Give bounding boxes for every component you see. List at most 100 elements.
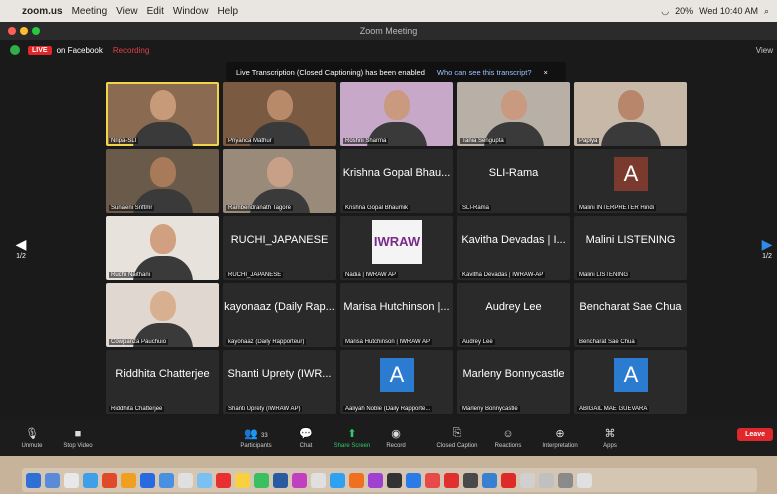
dock-app-icon[interactable] (463, 472, 478, 488)
participant-tile[interactable]: Krishna Gopal Bhau... Krishna Gopal Bhaum… (340, 149, 453, 213)
participant-tile[interactable]: SLI-Rama SLI-Rama (457, 149, 570, 213)
wifi-icon[interactable]: ◡ (661, 6, 669, 17)
prev-page-button[interactable]: ◀ 1/2 (10, 228, 32, 268)
chat-button[interactable]: 💬 Chat (286, 427, 326, 449)
participant-name-label: Priyanca Mathur (226, 138, 274, 144)
dock-app-icon[interactable] (102, 472, 117, 488)
dock-app-icon[interactable] (406, 472, 421, 488)
dock-app-icon[interactable] (444, 472, 459, 488)
globe-icon: ⊕ (555, 428, 565, 440)
dock-app-icon[interactable] (121, 472, 136, 488)
participant-tile[interactable]: Ruchi Naithani (106, 216, 219, 280)
menu-zoom[interactable]: zoom.us (22, 6, 63, 17)
participant-tile[interactable]: Tania Sengupta (457, 82, 570, 146)
dock-app-icon[interactable] (349, 472, 364, 488)
menu-help[interactable]: Help (217, 6, 238, 17)
apps-button[interactable]: ⌘ Apps (590, 427, 630, 449)
participant-tile[interactable]: Sunaeni Sriftmr (106, 149, 219, 213)
dock-app-icon[interactable] (273, 472, 288, 488)
record-button[interactable]: ◉ Record (376, 427, 416, 449)
participant-tile[interactable]: kayonaaz (Daily Rap... kayonaaz (Daily Ra… (223, 283, 336, 347)
dock-app-icon[interactable] (197, 472, 212, 488)
participant-tile[interactable]: Bencharat Sae Chua Bencharat Sae Chua (574, 283, 687, 347)
participant-tile[interactable]: Rambendranath Tagore (223, 149, 336, 213)
menu-window[interactable]: Window (173, 6, 209, 17)
search-icon[interactable]: ⌕ (764, 6, 769, 17)
menu-meeting[interactable]: Meeting (72, 6, 108, 17)
live-badge[interactable]: LIVE (28, 45, 52, 55)
participant-tile[interactable]: Paplya (574, 82, 687, 146)
close-window-button[interactable] (8, 27, 16, 35)
dock-app-icon[interactable] (140, 472, 155, 488)
participant-tile[interactable]: Kavitha Devadas | I... Kavitha Devadas | … (457, 216, 570, 280)
security-shield-icon[interactable] (10, 45, 20, 55)
participant-video-head (150, 224, 176, 254)
participant-tile[interactable]: Nripa-SLI (106, 82, 219, 146)
participant-tile[interactable]: RUCHI_JAPANESE RUCHI_JAPANESE (223, 216, 336, 280)
participant-tile[interactable]: Marleny Bonnycastle Marleny Bonnycastle (457, 350, 570, 414)
participant-tile[interactable]: Shanti Uprety (IWR... Shanti Uprety (IWRA… (223, 350, 336, 414)
participant-tile[interactable]: A ABIGAIL MAE GUEVARA (574, 350, 687, 414)
menu-view[interactable]: View (116, 6, 138, 17)
closed-caption-button[interactable]: ⎘ Closed Caption (430, 427, 484, 449)
dock-app-icon[interactable] (330, 472, 345, 488)
participant-name-label: Cowpanza Pauchuio (109, 339, 169, 345)
battery-percent[interactable]: 20% (675, 6, 693, 16)
participant-tile[interactable]: Malini LISTENING Malini LISTENING (574, 216, 687, 280)
dock-app-icon[interactable] (577, 472, 592, 488)
dock-app-icon[interactable] (501, 472, 516, 488)
participant-tile[interactable]: A Malini INTERPRETER Hindi (574, 149, 687, 213)
participant-name-label: Roshni Sharma (343, 138, 389, 144)
dock-app-icon[interactable] (235, 472, 250, 488)
participant-tile[interactable]: A Aaliyah Noble (Daily Rapporte... (340, 350, 453, 414)
reactions-button[interactable]: ☺ Reactions (488, 428, 528, 449)
dock-app-icon[interactable] (558, 472, 573, 488)
live-platform-dropdown[interactable]: on Facebook (57, 46, 103, 55)
dock-app-icon[interactable] (83, 472, 98, 488)
participant-tile[interactable]: Cowpanza Pauchuio (106, 283, 219, 347)
interpretation-button[interactable]: ⊕ Interpretation (536, 427, 584, 449)
minimize-window-button[interactable] (20, 27, 28, 35)
dock-app-icon[interactable] (216, 472, 231, 488)
view-button[interactable]: View (756, 46, 773, 55)
dock-app-icon[interactable] (539, 472, 554, 488)
close-icon[interactable]: × (544, 68, 548, 77)
participant-name-label: Paplya (577, 138, 600, 144)
menu-edit[interactable]: Edit (147, 6, 164, 17)
dock-app-icon[interactable] (387, 472, 402, 488)
participant-display-name: Malini LISTENING (585, 234, 676, 246)
interpretation-label: Interpretation (542, 443, 578, 449)
participant-tile[interactable]: IWRAW Nadia | IWRAW AP (340, 216, 453, 280)
transcript-visibility-link[interactable]: Who can see this transcript? (437, 68, 532, 77)
participant-tile[interactable]: Priyanca Mathur (223, 82, 336, 146)
participant-name-label: Aaliyah Noble (Daily Rapporte... (343, 406, 433, 412)
dock-app-icon[interactable] (254, 472, 269, 488)
dock-app-icon[interactable] (368, 472, 383, 488)
participant-tile[interactable]: Marisa Hutchinson |... Marisa Hutchinson … (340, 283, 453, 347)
dock-app-icon[interactable] (45, 472, 60, 488)
dock-app-icon[interactable] (520, 472, 535, 488)
stop-video-button[interactable]: ■ Stop Video (58, 428, 98, 449)
dock-app-icon[interactable] (311, 472, 326, 488)
leave-button[interactable]: Leave (737, 428, 773, 441)
share-screen-button[interactable]: ⬆ Share Screen (332, 427, 372, 449)
participant-tile[interactable]: Riddhita Chatterjee Riddhita Chatterjee (106, 350, 219, 414)
dock-app-icon[interactable] (482, 472, 497, 488)
zoom-window-button[interactable] (32, 27, 40, 35)
clock[interactable]: Wed 10:40 AM (699, 6, 758, 16)
participant-video-head (267, 90, 293, 120)
unmute-button[interactable]: 🎙 Unmute (12, 427, 52, 449)
dock-app-icon[interactable] (178, 472, 193, 488)
dock-app-icon[interactable] (64, 472, 79, 488)
participants-button[interactable]: 👥 33 Participants (236, 427, 276, 449)
dock-app-icon[interactable] (159, 472, 174, 488)
participant-tile[interactable]: Audrey Lee Audrey Lee (457, 283, 570, 347)
dock-app-icon[interactable] (26, 472, 41, 488)
dock-app-icon[interactable] (425, 472, 440, 488)
share-screen-label: Share Screen (333, 443, 371, 449)
participant-tile[interactable]: Roshni Sharma (340, 82, 453, 146)
record-icon: ◉ (391, 428, 401, 440)
next-page-button[interactable]: ▶ 1/2 (756, 228, 777, 268)
dock-app-icon[interactable] (292, 472, 307, 488)
participants-label: Participants (240, 443, 272, 449)
